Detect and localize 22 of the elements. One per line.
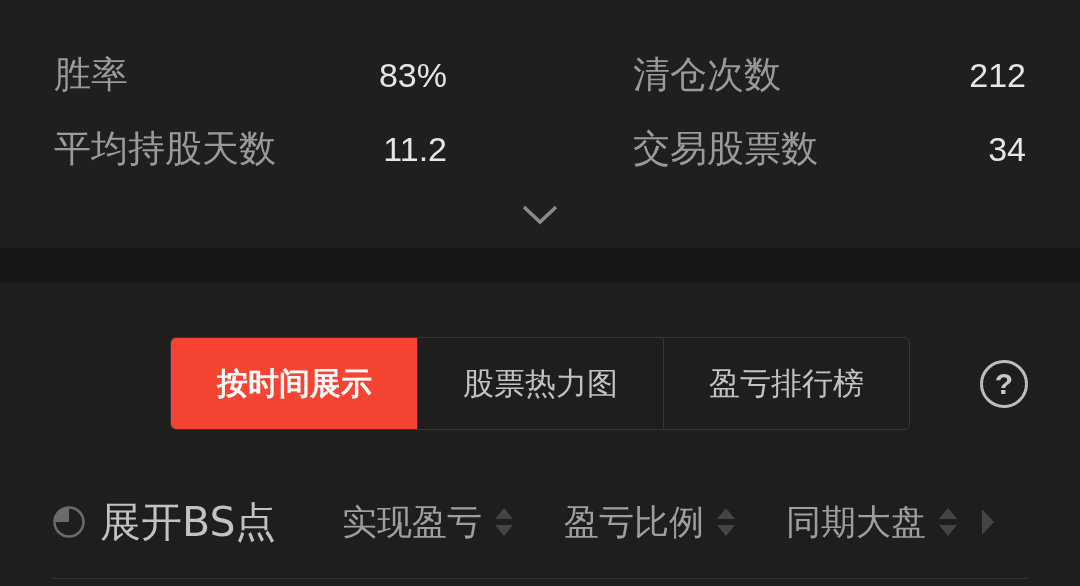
column-header[interactable]: 同期大盘 [786, 498, 927, 546]
stat-value: 11.2 [383, 129, 447, 169]
pie-icon[interactable] [52, 505, 86, 539]
toggle-label[interactable]: 展开BS点 [100, 494, 277, 550]
stat-value: 34 [988, 129, 1026, 169]
help-icon[interactable]: ? [980, 359, 1028, 408]
column-header[interactable]: 盈亏比例 [564, 498, 705, 546]
stat-value: 212 [969, 55, 1026, 95]
stat-label: 平均持股天数 [54, 126, 276, 172]
stat-label: 清仓次数 [633, 52, 781, 98]
view-tab[interactable]: 按时间展示 [171, 338, 417, 429]
stat-label: 胜率 [54, 52, 128, 98]
sort-icon[interactable] [716, 506, 737, 538]
view-tab[interactable]: 盈亏排行榜 [663, 338, 909, 429]
sort-icon[interactable] [938, 506, 959, 538]
scroll-right-icon[interactable] [982, 509, 995, 535]
stat-label: 交易股票数 [633, 126, 818, 172]
stat-value: 83% [378, 55, 447, 95]
column-header[interactable]: 实现盈亏 [342, 498, 483, 546]
view-tab[interactable]: 股票热力图 [417, 338, 663, 429]
chevron-down-icon[interactable] [522, 204, 558, 226]
sort-icon[interactable] [494, 506, 515, 538]
